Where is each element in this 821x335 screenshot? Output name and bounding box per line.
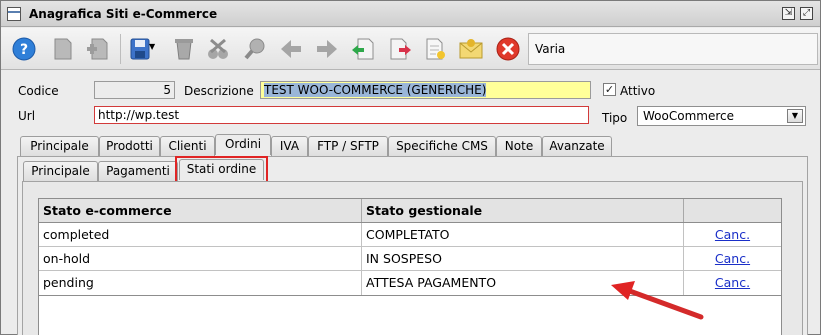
toolbar: ? ▼ Varia <box>1 28 820 70</box>
window-title: Anagrafica Siti e-Commerce <box>29 7 218 21</box>
import-icon[interactable] <box>350 36 376 62</box>
help-icon[interactable]: ? <box>11 36 37 62</box>
search-icon[interactable] <box>242 36 268 62</box>
cell-stato-ecommerce[interactable]: completed <box>39 223 362 246</box>
subtab-principale[interactable]: Principale <box>23 161 98 181</box>
descrizione-field[interactable]: TEST WOO-COMMERCE (GENERICHE) <box>260 81 591 99</box>
tab-clienti[interactable]: Clienti <box>160 136 215 156</box>
codice-label: Codice <box>18 84 59 98</box>
header-stato-gestionale: Stato gestionale <box>362 199 684 222</box>
header-actions <box>684 199 781 222</box>
tab-ordini[interactable]: Ordini <box>215 134 271 155</box>
tab-prodotti[interactable]: Prodotti <box>99 136 160 156</box>
chevron-down-icon[interactable]: ▼ <box>787 109 803 123</box>
close-icon[interactable] <box>495 36 521 62</box>
restore-icon[interactable]: ⇲ <box>782 7 795 20</box>
descrizione-label: Descrizione <box>184 84 254 98</box>
subtab-pagamenti[interactable]: Pagamenti <box>98 161 178 181</box>
tab-principale[interactable]: Principale <box>20 136 99 156</box>
cell-stato-gestionale[interactable]: COMPLETATO <box>362 223 684 246</box>
arrow-left-icon[interactable] <box>278 36 304 62</box>
delete-icon[interactable] <box>171 36 197 62</box>
attivo-checkbox[interactable]: ✓ <box>603 83 616 96</box>
attivo-label: Attivo <box>620 84 656 98</box>
title-bar: Anagrafica Siti e-Commerce ⇲ ⤢ <box>1 1 820 27</box>
edit-document-icon[interactable] <box>422 36 448 62</box>
table-row[interactable]: completed COMPLETATO Canc. <box>39 223 781 247</box>
tab-specifiche-cms[interactable]: Specifiche CMS <box>388 136 496 156</box>
canc-link[interactable]: Canc. <box>715 251 750 266</box>
cell-stato-gestionale[interactable]: IN SOSPESO <box>362 247 684 270</box>
maximize-icon[interactable]: ⤢ <box>800 7 813 20</box>
canc-link[interactable]: Canc. <box>715 227 750 242</box>
app-icon <box>7 7 21 21</box>
tab-iva[interactable]: IVA <box>271 136 308 156</box>
url-field[interactable]: http://wp.test <box>94 106 589 124</box>
annotation-arrow-icon <box>611 281 704 320</box>
tipo-select[interactable]: WooCommerce ▼ <box>637 106 806 126</box>
cut-icon[interactable] <box>205 36 231 62</box>
arrow-right-icon[interactable] <box>314 36 340 62</box>
url-label: Url <box>18 109 36 123</box>
tipo-label: Tipo <box>602 111 628 125</box>
header-stato-ecommerce: Stato e-commerce <box>39 199 362 222</box>
export-icon[interactable] <box>387 36 413 62</box>
new-document-icon[interactable] <box>50 36 76 62</box>
codice-field[interactable]: 5 <box>94 81 175 99</box>
tipo-value: WooCommerce <box>643 109 734 123</box>
tab-avanzate[interactable]: Avanzate <box>542 136 612 156</box>
cell-stato-ecommerce[interactable]: pending <box>39 271 362 295</box>
mail-icon[interactable] <box>458 36 484 62</box>
table-row[interactable]: on-hold IN SOSPESO Canc. <box>39 247 781 271</box>
window: Anagrafica Siti e-Commerce ⇲ ⤢ ? ▼ Varia… <box>0 0 821 335</box>
descrizione-value: TEST WOO-COMMERCE (GENERICHE) <box>264 83 487 97</box>
cell-stato-ecommerce[interactable]: on-hold <box>39 247 362 270</box>
tab-ftp-sftp[interactable]: FTP / SFTP <box>308 136 388 156</box>
add-document-icon[interactable] <box>85 36 111 62</box>
svg-text:?: ? <box>20 42 28 58</box>
canc-link[interactable]: Canc. <box>715 275 750 290</box>
tab-note[interactable]: Note <box>496 136 542 156</box>
varia-label: Varia <box>535 42 566 56</box>
varia-panel: Varia <box>528 33 818 65</box>
chevron-down-icon[interactable]: ▼ <box>149 42 159 68</box>
table-header: Stato e-commerce Stato gestionale <box>39 199 781 223</box>
